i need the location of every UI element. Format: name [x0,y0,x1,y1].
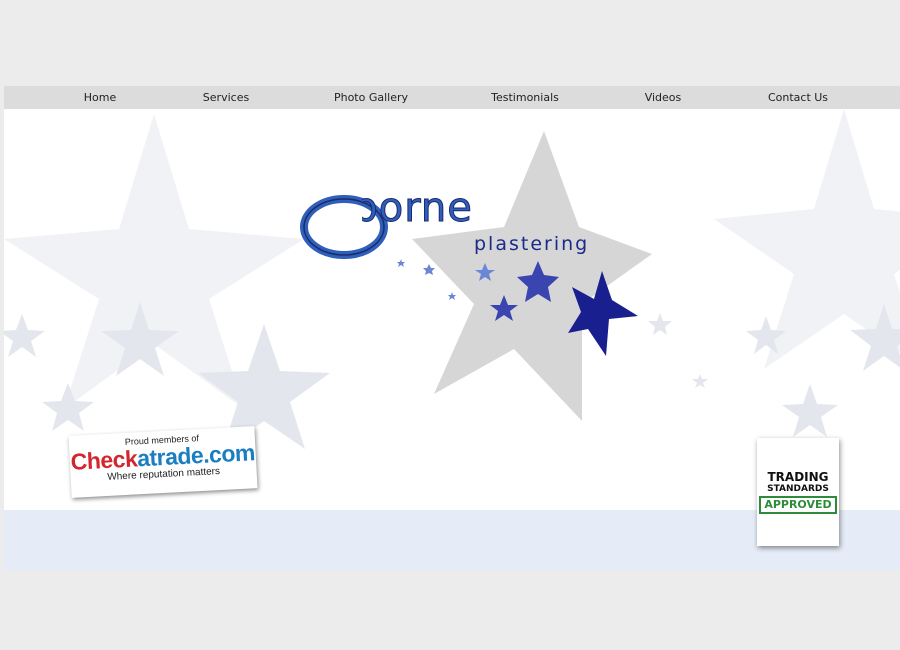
logo-star-tiny-3 [448,292,456,300]
nav-photo-gallery-link[interactable]: Photo Gallery [334,86,408,109]
bg-star-8 [648,313,672,335]
logo-star-tiny-2 [423,264,435,275]
bg-star-4 [4,314,45,357]
nav-home-link[interactable]: Home [84,86,116,109]
nav-testimonials-link[interactable]: Testimonials [491,86,559,109]
logo-name-wrap: Osborne [362,185,606,231]
trading-standards-badge[interactable]: TRADING STANDARDS APPROVED [757,438,839,546]
logo-star-tiny-1 [397,259,405,267]
nav-videos-link[interactable]: Videos [645,86,682,109]
trading-standards-line2: STANDARDS [767,484,829,494]
nav-services-link[interactable]: Services [203,86,249,109]
main-nav: Home Services Photo Gallery Testimonials… [4,86,900,109]
nav-contact-us-link[interactable]: Contact Us [768,86,828,109]
bg-star-9 [692,374,708,388]
trading-standards-line1: TRADING [767,470,829,484]
checkatrade-badge[interactable]: Proud members of Checkatrade.com Where r… [68,426,258,498]
logo-tagline: plastering [474,233,590,255]
trading-standards-approved: APPROVED [759,496,837,514]
bg-star-6 [782,384,838,437]
